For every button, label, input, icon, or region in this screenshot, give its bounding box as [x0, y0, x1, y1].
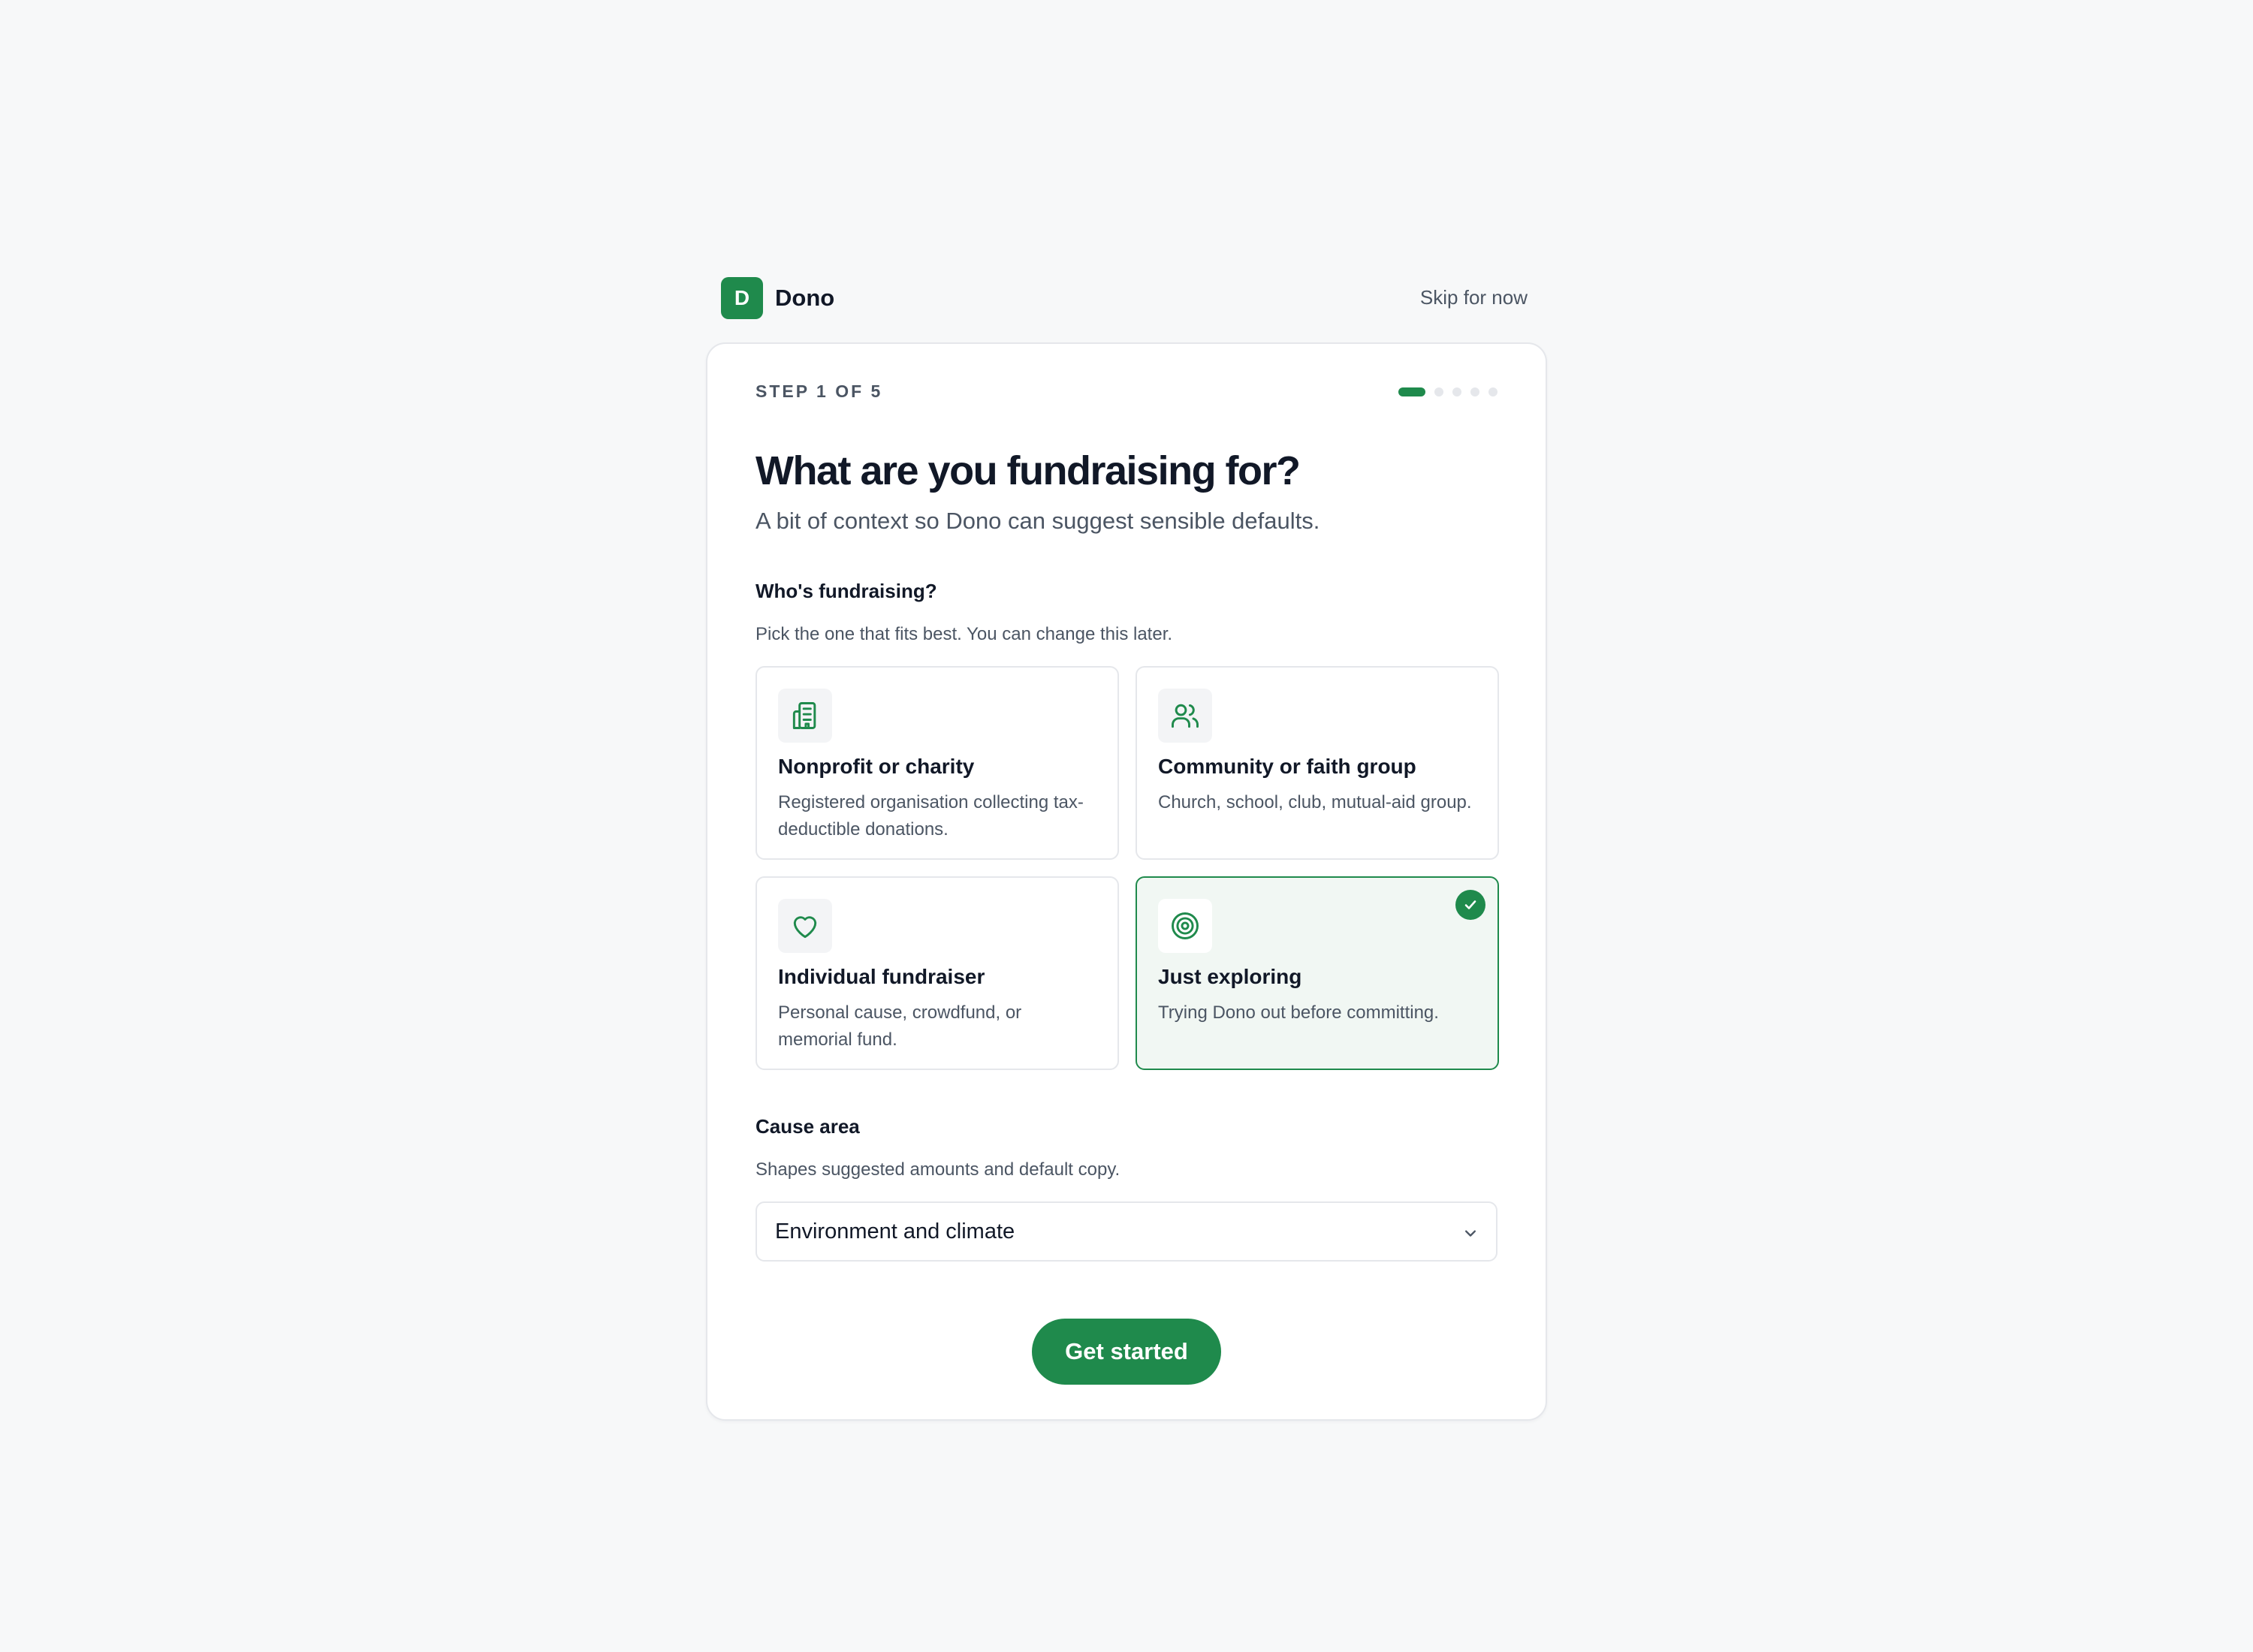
option-desc: Church, school, club, mutual-aid group. [1158, 792, 1472, 812]
brand-logo: D [721, 277, 763, 319]
step-label: STEP 1 OF 5 [756, 381, 883, 401]
building-icon [792, 702, 816, 729]
option-title: Nonprofit or charity [778, 755, 975, 778]
brand-name: Dono [775, 285, 835, 311]
step-dot-5 [1488, 387, 1497, 396]
who-label: Who's fundraising? [756, 580, 937, 602]
step-dot-1 [1398, 387, 1425, 396]
get-started-button[interactable]: Get started [1032, 1319, 1221, 1385]
target-icon [1172, 912, 1199, 939]
cta-row: Get started [756, 1319, 1497, 1385]
people-icon [1172, 704, 1199, 728]
selected-check-icon [1455, 890, 1485, 920]
brand: D Dono [721, 277, 834, 319]
cause-label: Cause area [756, 1115, 860, 1138]
option-title: Just exploring [1158, 965, 1302, 988]
cause-help: Shapes suggested amounts and default cop… [756, 1159, 1120, 1180]
heart-icon [793, 916, 817, 939]
onboarding-container: D Dono Skip for now STEP 1 OF 5 What are… [706, 275, 1547, 1421]
chevron-down-icon [1465, 1230, 1476, 1237]
card-header: STEP 1 OF 5 [756, 381, 1497, 404]
step-dot-3 [1452, 387, 1461, 396]
who-options: Nonprofit or charity Registered organisa… [756, 666, 1499, 1070]
onboarding-card: STEP 1 OF 5 What are you fundraising for… [706, 342, 1547, 1421]
step-dot-4 [1470, 387, 1479, 396]
top-bar: D Dono Skip for now [706, 275, 1547, 320]
skip-link[interactable]: Skip for now [1420, 286, 1528, 309]
option-exploring[interactable]: Just exploring Trying Dono out before co… [1136, 876, 1499, 1070]
option-desc: Registered organisation collecting tax-d… [778, 792, 1084, 840]
option-title: Community or faith group [1158, 755, 1416, 778]
step-progress [1398, 387, 1497, 396]
option-individual[interactable]: Individual fundraiser Personal cause, cr… [756, 876, 1119, 1070]
option-community[interactable]: Community or faith group Church, school,… [1136, 666, 1499, 860]
who-help: Pick the one that fits best. You can cha… [756, 624, 1173, 644]
option-title: Individual fundraiser [778, 965, 985, 988]
option-desc: Trying Dono out before committing. [1158, 1002, 1439, 1023]
page-title: What are you fundraising for? [756, 448, 1301, 493]
cause-select[interactable]: Environment and climate [756, 1201, 1497, 1262]
option-nonprofit[interactable]: Nonprofit or charity Registered organisa… [756, 666, 1119, 860]
option-desc: Personal cause, crowdfund, or memorial f… [778, 1002, 1022, 1050]
cause-select-value: Environment and climate [775, 1219, 1015, 1244]
page-subtitle: A bit of context so Dono can suggest sen… [756, 508, 1320, 534]
step-dot-2 [1434, 387, 1443, 396]
